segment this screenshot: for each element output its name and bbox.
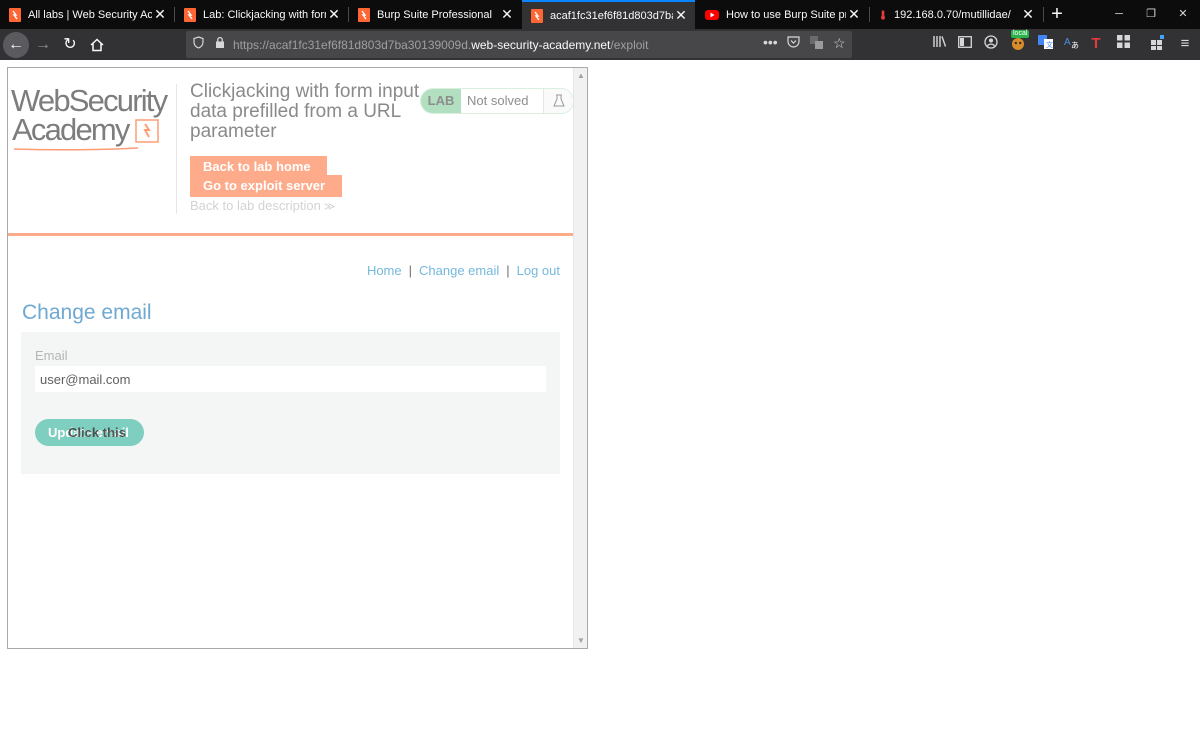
back-to-lab-description-label: Back to lab description — [190, 198, 321, 213]
scroll-up-arrow-icon[interactable]: ▲ — [577, 71, 585, 80]
web-security-academy-logo[interactable]: WebSecurity Academy — [11, 84, 179, 151]
close-icon[interactable]: ✕ — [673, 7, 689, 24]
tab-title: Burp Suite Professional — [377, 8, 492, 21]
lab-title: Clickjacking with form input data prefil… — [190, 81, 420, 142]
url-text[interactable]: https://acaf1fc31ef6f81d803d7ba30139009d… — [233, 38, 648, 52]
flask-icon — [543, 89, 573, 113]
email-field[interactable] — [35, 366, 546, 392]
browser-toolbar: ← → ↻ https://acaf1fc31ef6f81d803d7ba301… — [0, 29, 1200, 60]
home-icon[interactable] — [84, 32, 110, 58]
nav-separator: | — [408, 263, 413, 278]
translate-icon[interactable] — [810, 36, 823, 52]
browser-tab[interactable]: All labs | Web Security Acade ✕ — [0, 0, 174, 29]
lab-tag: LAB — [421, 89, 461, 113]
portswigger-icon — [9, 7, 21, 22]
nav-separator: | — [506, 263, 510, 278]
portswigger-icon — [358, 7, 370, 22]
close-icon[interactable]: ✕ — [1020, 6, 1036, 23]
logo-underline — [14, 147, 138, 151]
header-rule — [8, 233, 574, 236]
library-icon[interactable] — [930, 35, 948, 53]
text-extension-icon[interactable]: T — [1087, 35, 1105, 53]
translate-extension-icon[interactable]: 文 — [1036, 35, 1054, 53]
page-title: Change email — [22, 301, 152, 324]
browser-tab-strip: All labs | Web Security Acade ✕ Lab: Cli… — [0, 0, 1200, 29]
iframe-scrollbar[interactable]: ▲ ▼ — [573, 68, 587, 648]
tab-title: All labs | Web Security Acade — [28, 8, 152, 21]
extensions-icon[interactable] — [1149, 35, 1167, 53]
svg-text:A: A — [1064, 37, 1071, 48]
tab-divider — [1043, 7, 1044, 22]
tampermonkey-icon[interactable]: local — [1009, 30, 1030, 53]
close-icon[interactable]: ✕ — [326, 6, 342, 23]
url-path: /exploit — [610, 38, 649, 52]
header-divider — [176, 84, 177, 214]
forward-arrow-icon[interactable]: → — [30, 32, 56, 58]
reload-icon[interactable]: ↻ — [57, 32, 83, 58]
logo-line-2: Academy — [12, 112, 130, 147]
browser-tab[interactable]: How to use Burp Suite proje ✕ — [696, 0, 868, 29]
browser-tab-active[interactable]: acaf1fc31ef6f81d803d7ba30 ✕ — [522, 0, 695, 29]
bookmark-star-icon[interactable]: ☆ — [833, 35, 846, 52]
scroll-down-arrow-icon[interactable]: ▼ — [577, 636, 585, 645]
hamburger-menu-icon[interactable]: ≡ — [1176, 35, 1194, 53]
url-bar[interactable]: https://acaf1fc31ef6f81d803d7ba30139009d… — [186, 31, 852, 58]
pocket-icon[interactable] — [787, 36, 800, 51]
window-close-icon[interactable]: ✕ — [1166, 0, 1200, 29]
change-email-form: Email Update email Click this — [21, 332, 560, 474]
nav-change-email-link[interactable]: Change email — [419, 263, 499, 278]
account-icon[interactable] — [982, 35, 1000, 53]
lab-status-widget: LAB Not solved — [420, 88, 574, 114]
close-icon[interactable]: ✕ — [499, 6, 515, 23]
portswigger-icon — [184, 7, 196, 22]
page-actions-icon[interactable]: ••• — [763, 34, 778, 50]
site-nav: Home | Change email | Log out — [367, 263, 560, 278]
back-arrow-icon[interactable]: ← — [3, 32, 29, 58]
grid-extension-icon[interactable] — [1114, 35, 1132, 53]
thermometer-icon — [881, 9, 885, 20]
browser-tab[interactable]: Burp Suite Professional ✕ — [349, 0, 521, 29]
url-domain: web-security-academy.net — [471, 38, 611, 52]
close-icon[interactable]: ✕ — [152, 6, 168, 23]
minimize-icon[interactable]: ─ — [1102, 0, 1136, 29]
decoy-click-this-text: Click this — [68, 425, 126, 440]
tab-title: acaf1fc31ef6f81d803d7ba30 — [550, 9, 673, 22]
tab-title: Lab: Clickjacking with form i — [203, 8, 326, 21]
svg-text:あ: あ — [1071, 41, 1079, 49]
youtube-icon — [705, 9, 719, 20]
restore-icon[interactable]: ❐ — [1134, 0, 1168, 29]
dictionary-extension-icon[interactable]: Aあ — [1062, 35, 1080, 53]
close-icon[interactable]: ✕ — [846, 6, 862, 23]
url-prefix: https://acaf1fc31ef6f81d803d7ba30139009d… — [233, 38, 472, 52]
portswigger-icon — [531, 8, 543, 23]
browser-tab[interactable]: 192.168.0.70/mutillidae/ ✕ — [870, 0, 1042, 29]
email-label: Email — [35, 348, 68, 363]
double-chevron-icon: ≫ — [323, 201, 336, 213]
svg-text:文: 文 — [1046, 40, 1053, 49]
extension-badge: local — [1011, 30, 1030, 38]
new-tab-button[interactable]: + — [1047, 2, 1067, 26]
lab-status-text: Not solved — [467, 93, 529, 108]
browser-tab[interactable]: Lab: Clickjacking with form i ✕ — [175, 0, 348, 29]
back-to-lab-description-link[interactable]: Back to lab description ≫ — [190, 198, 335, 213]
nav-home-link[interactable]: Home — [367, 263, 402, 278]
lab-iframe[interactable]: WebSecurity Academy Clickjacking with fo… — [7, 67, 588, 649]
go-to-exploit-server-button[interactable]: Go to exploit server — [190, 175, 342, 197]
logo-bolt-icon — [135, 119, 159, 143]
sidebar-icon[interactable] — [956, 35, 974, 53]
tab-title: How to use Burp Suite proje — [726, 8, 846, 21]
nav-log-out-link[interactable]: Log out — [517, 263, 560, 278]
lock-icon[interactable] — [215, 36, 225, 52]
tracking-shield-icon[interactable] — [193, 36, 204, 52]
tab-title: 192.168.0.70/mutillidae/ — [894, 8, 1011, 21]
